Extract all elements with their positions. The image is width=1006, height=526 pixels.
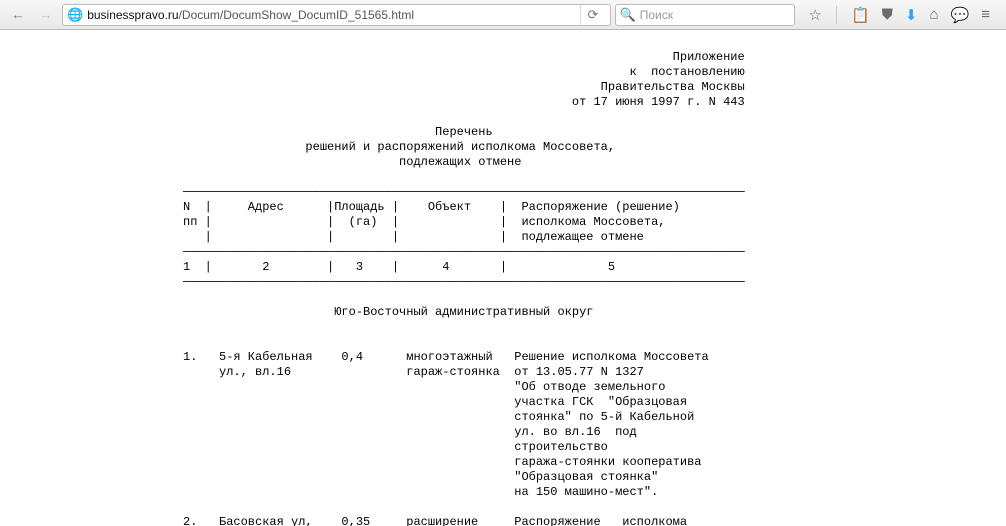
forward-button[interactable]: → [34,3,58,27]
clipboard-icon[interactable]: 📋 [851,6,870,24]
browser-toolbar: ← → 🌐 businesspravo.ru/Docum/DocumShow_D… [0,0,1006,30]
toolbar-icons: ☆ 📋 ⛊ ⬇ ⌂ 💬 ≡ [799,6,1001,24]
reload-icon: ⟳ [588,7,599,23]
toolbar-divider [836,6,837,24]
reload-button[interactable]: ⟳ [580,5,606,25]
back-button[interactable]: ← [6,3,30,27]
site-identity-icon: 🌐 [67,7,83,23]
bookmark-star-icon[interactable]: ☆ [809,6,822,24]
search-placeholder: Поиск [640,8,673,22]
pocket-icon[interactable]: ⛊ [882,6,893,23]
comment-icon[interactable]: 💬 [951,6,970,24]
url-bar[interactable]: 🌐 businesspravo.ru/Docum/DocumShow_Docum… [62,4,611,26]
forward-icon: → [40,7,53,22]
home-icon[interactable]: ⌂ [929,6,938,23]
search-bar[interactable]: 🔍 Поиск [615,4,795,26]
menu-icon[interactable]: ≡ [981,6,990,23]
url-text: businesspravo.ru/Docum/DocumShow_DocumID… [87,8,575,22]
search-icon: 🔍 [620,7,636,23]
download-icon[interactable]: ⬇ [905,6,918,24]
document-viewport[interactable]: Приложение к постановлению Правительства… [0,30,1006,526]
document-body: Приложение к постановлению Правительства… [183,30,823,526]
back-icon: ← [12,7,25,22]
document-text: Приложение к постановлению Правительства… [183,50,823,526]
